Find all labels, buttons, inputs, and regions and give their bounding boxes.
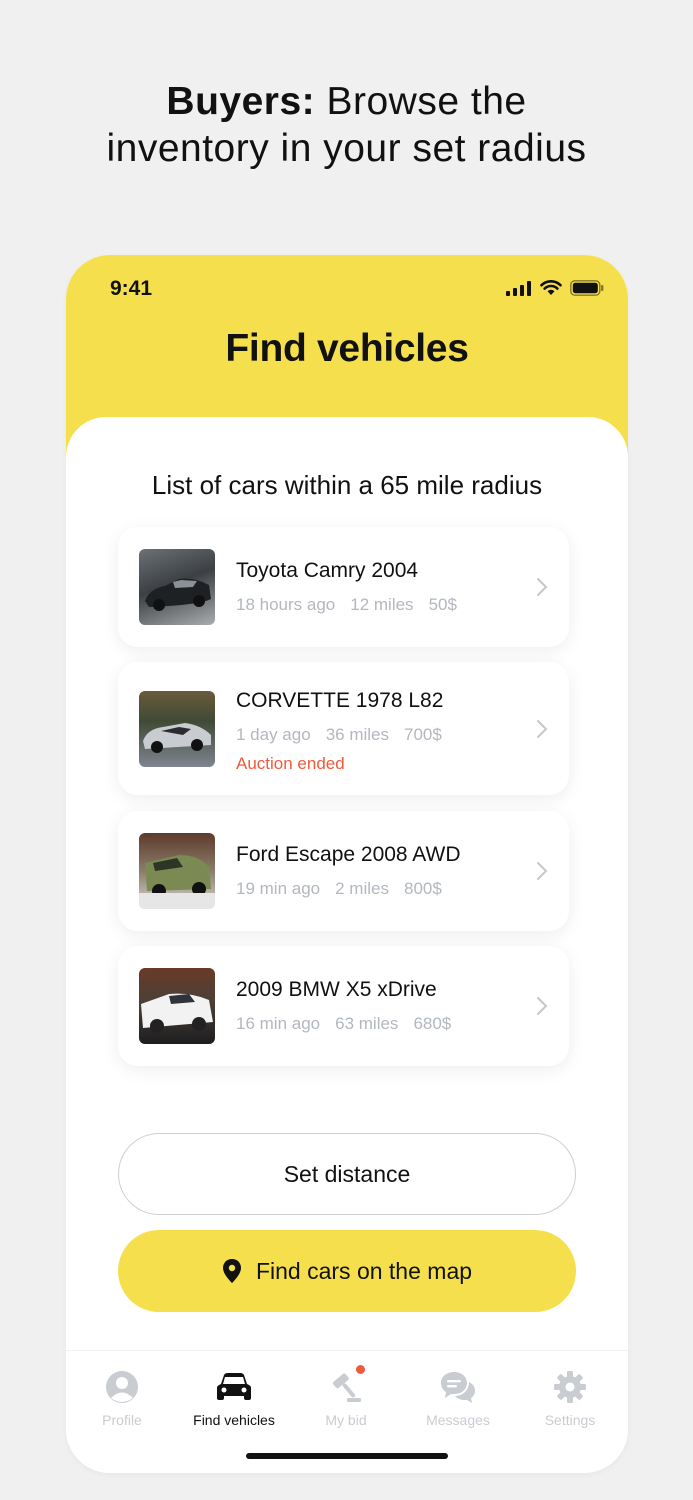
- car-time: 19 min ago: [236, 879, 321, 898]
- car-icon: [217, 1373, 251, 1400]
- car-name: CORVETTE 1978 L82: [236, 689, 444, 712]
- car-price: 800$: [403, 879, 442, 898]
- car-name: 2009 BMW X5 xDrive: [236, 978, 437, 1001]
- car-name: Toyota Camry 2004: [236, 559, 419, 582]
- home-indicator[interactable]: [246, 1453, 448, 1459]
- car-distance: 2 miles: [335, 879, 389, 898]
- set-distance-button[interactable]: Set distance: [118, 1133, 576, 1215]
- tab-label: Find vehicles: [193, 1412, 275, 1428]
- car-card-toyota[interactable]: Toyota Camry 2004 18 hours ago 12 miles …: [118, 527, 569, 647]
- gavel-icon: [332, 1373, 361, 1402]
- signal-icon: [506, 280, 531, 296]
- car-card-bmw[interactable]: 2009 BMW X5 xDrive 16 min ago 63 miles 6…: [118, 946, 569, 1066]
- tab-profile[interactable]: Profile: [66, 1369, 178, 1428]
- car-meta: 16 min ago 63 miles 680$: [236, 1014, 451, 1034]
- set-distance-label: Set distance: [283, 1160, 411, 1187]
- notification-badge: [356, 1365, 365, 1374]
- tab-messages[interactable]: Messages: [402, 1369, 514, 1428]
- status-time: 9:41: [110, 277, 153, 300]
- tab-label: Messages: [426, 1412, 490, 1428]
- car-price: 50$: [428, 595, 457, 614]
- car-photo-icon: [145, 578, 211, 611]
- headline-line2: inventory in your set radius: [106, 127, 587, 170]
- car-price: 700$: [404, 725, 442, 744]
- profile-icon: [106, 1371, 138, 1403]
- phone-screen: 9:41 Find vehicles List of cars within a…: [66, 255, 628, 1473]
- auction-status: Auction ended: [236, 754, 345, 773]
- tab-settings[interactable]: Settings: [514, 1369, 626, 1428]
- promo-headline: Buyers: Browse the inventory in your set…: [0, 78, 693, 172]
- list-title: List of cars within a 65 mile radius: [151, 470, 543, 500]
- car-photo-icon: [143, 723, 211, 753]
- chevron-right-icon: [537, 997, 548, 1015]
- car-meta: 18 hours ago 12 miles 50$: [236, 595, 457, 615]
- screen-title: Find vehicles: [225, 327, 469, 370]
- find-on-map-button[interactable]: Find cars on the map: [118, 1230, 576, 1312]
- find-on-map-label: Find cars on the map: [255, 1257, 473, 1284]
- car-time: 1 day ago: [236, 725, 311, 744]
- car-distance: 12 miles: [350, 595, 414, 614]
- car-thumbnail: [139, 833, 215, 909]
- car-card-ford[interactable]: Ford Escape 2008 AWD 19 min ago 2 miles …: [118, 811, 569, 931]
- car-name: Ford Escape 2008 AWD: [236, 843, 461, 866]
- car-thumbnail: [139, 691, 215, 767]
- car-time: 18 hours ago: [236, 595, 336, 614]
- headline-bold: Buyers:: [166, 80, 316, 123]
- car-meta: 1 day ago 36 miles 700$: [236, 725, 442, 745]
- chevron-right-icon: [537, 862, 548, 880]
- headline-rest: Browse the: [315, 80, 527, 123]
- car-thumbnail: [139, 549, 215, 625]
- map-pin-icon: [222, 1259, 241, 1283]
- chevron-right-icon: [537, 720, 548, 738]
- car-distance: 63 miles: [335, 1014, 399, 1033]
- car-distance: 36 miles: [325, 725, 389, 744]
- status-icons: [506, 280, 604, 296]
- car-photo-icon: [141, 993, 213, 1033]
- car-thumbnail: [139, 968, 215, 1044]
- content-sheet: List of cars within a 65 mile radius Toy…: [66, 417, 628, 1473]
- car-card-corvette[interactable]: CORVETTE 1978 L82 1 day ago 36 miles 700…: [118, 662, 569, 795]
- chat-icon: [441, 1372, 475, 1403]
- car-price: 680$: [413, 1014, 452, 1033]
- car-meta: 19 min ago 2 miles 800$: [236, 879, 442, 899]
- tab-my-bid[interactable]: My bid: [290, 1365, 402, 1428]
- battery-icon: [570, 280, 604, 296]
- tab-label: Settings: [544, 1412, 596, 1428]
- car-photo-icon: [139, 855, 215, 909]
- chevron-right-icon: [537, 578, 548, 596]
- tab-label: Profile: [102, 1412, 142, 1428]
- wifi-icon: [540, 280, 562, 295]
- car-time: 16 min ago: [236, 1014, 321, 1033]
- tab-find-vehicles[interactable]: Find vehicles: [178, 1369, 290, 1428]
- tab-label: My bid: [325, 1412, 367, 1428]
- gear-icon: [554, 1371, 586, 1403]
